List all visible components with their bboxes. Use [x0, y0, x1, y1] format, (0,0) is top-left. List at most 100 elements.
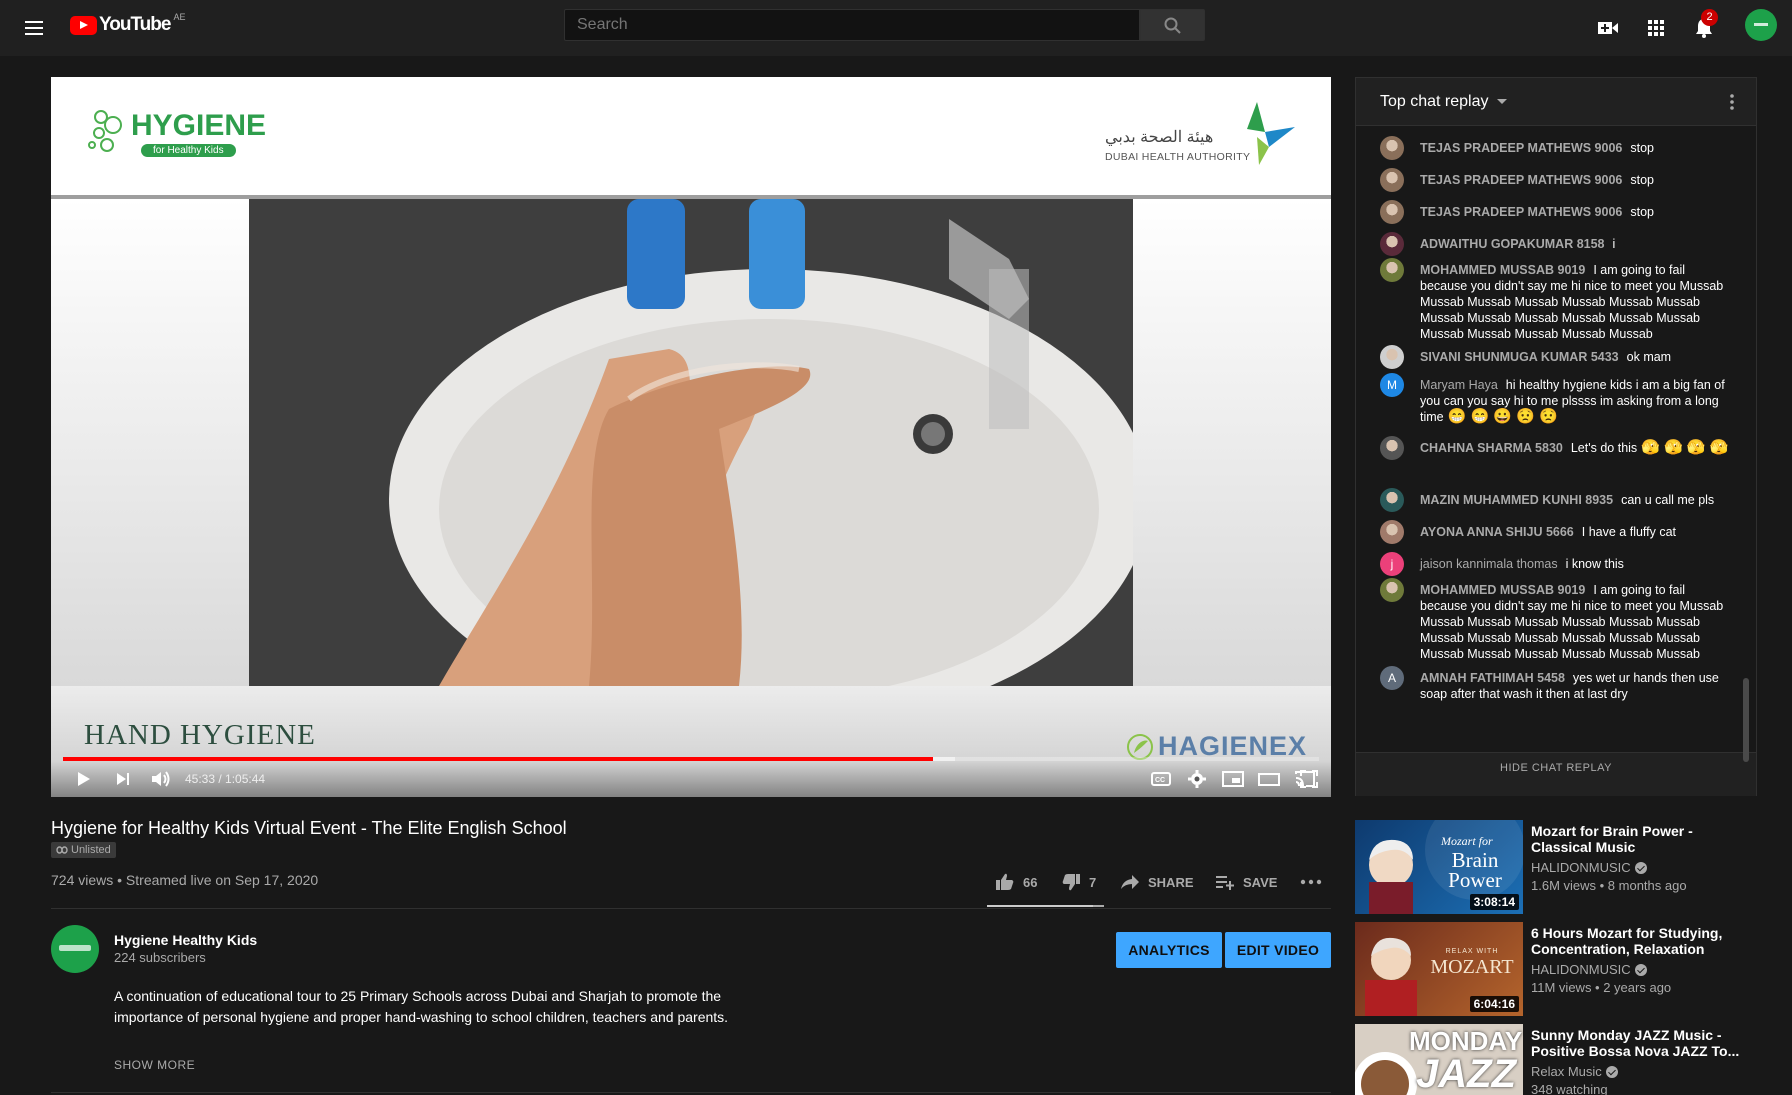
search-icon [1164, 17, 1181, 34]
chat-author-name[interactable]: Maryam Haya [1420, 378, 1498, 392]
video-player[interactable]: HYGIENE for Healthy Kids هيئة الصحة بدبي… [51, 77, 1331, 797]
logo-text: YouTube [99, 14, 171, 35]
chat-author-name[interactable]: TEJAS PRADEEP MATHEWS 9006 [1420, 173, 1622, 187]
more-actions-button[interactable] [1300, 872, 1322, 892]
youtube-play-icon [70, 15, 97, 35]
recommended-video-title: 6 Hours Mozart for Studying, Concentrati… [1531, 925, 1723, 957]
chat-author-name[interactable]: jaison kannimala thomas [1420, 557, 1558, 571]
dislike-button[interactable]: 7 [1061, 872, 1096, 892]
chat-message-content: CHAHNA SHARMA 5830 Let's do this 🫣 🫣 🫣 🫣 [1420, 440, 1732, 456]
analytics-button[interactable]: ANALYTICS [1116, 932, 1222, 968]
chat-author-avatar[interactable] [1380, 200, 1404, 224]
chat-message-content: TEJAS PRADEEP MATHEWS 9006 stop [1420, 140, 1732, 156]
channel-avatar[interactable] [51, 925, 99, 973]
chat-message-content: AYONA ANNA SHIJU 5666 I have a fluffy cat [1420, 524, 1732, 540]
captions-button[interactable]: CC [1145, 761, 1177, 797]
chat-message-content: MAZIN MUHAMMED KUNHI 8935 can u call me p… [1420, 492, 1732, 508]
chat-author-avatar[interactable] [1380, 136, 1404, 160]
chat-author-name[interactable]: MOHAMMED MUSSAB 9019 [1420, 263, 1585, 277]
hygiene-logo-subtext: for Healthy Kids [141, 144, 236, 157]
chat-author-avatar[interactable] [1380, 345, 1404, 369]
chat-message-text: stop [1630, 205, 1655, 219]
chat-title: Top chat replay [1380, 93, 1489, 110]
video-header-band: HYGIENE for Healthy Kids هيئة الصحة بدبي… [51, 77, 1331, 197]
chat-author-avatar[interactable] [1380, 168, 1404, 192]
next-button[interactable] [105, 761, 141, 797]
menu-icon[interactable] [22, 16, 46, 40]
recommended-video-channel: HALIDONMUSIC [1531, 962, 1647, 977]
chat-scrollbar[interactable] [1743, 678, 1749, 762]
create-video-icon[interactable] [1592, 12, 1624, 44]
channel-name: Relax Music [1531, 1064, 1602, 1079]
volume-icon [152, 771, 170, 787]
chat-author-avatar[interactable]: A [1380, 666, 1404, 690]
unlisted-label: Unlisted [71, 844, 111, 856]
video-title: Hygiene for Healthy Kids Virtual Event -… [51, 818, 567, 838]
account-avatar[interactable] [1745, 9, 1777, 41]
recommended-video-title: Sunny Monday JAZZ Music - Positive Bossa… [1531, 1027, 1740, 1059]
miniplayer-button[interactable] [1217, 761, 1249, 797]
save-label: SAVE [1243, 874, 1278, 890]
time-display: 45:33 / 1:05:44 [185, 772, 266, 786]
recommended-video[interactable]: RELAX WITH MOZART 6:04:16 6 Hours Mozart… [1355, 922, 1775, 1018]
chat-messages-list[interactable]: TEJAS PRADEEP MATHEWS 9006 stop TEJAS PRAD… [1356, 128, 1746, 752]
thumbnail-small-text: Mozart for [1441, 834, 1493, 848]
chat-message-content: TEJAS PRADEEP MATHEWS 9006 stop [1420, 204, 1732, 220]
dropdown-arrow-icon [1496, 99, 1507, 104]
hygiene-for-healthy-kids-logo: HYGIENE for Healthy Kids [87, 105, 266, 165]
miniplayer-icon [1222, 771, 1244, 787]
chat-author-name[interactable]: TEJAS PRADEEP MATHEWS 9006 [1420, 205, 1622, 219]
chat-author-name[interactable]: ADWAITHU GOPAKUMAR 8158 [1420, 237, 1605, 251]
show-more-button[interactable]: SHOW MORE [114, 1058, 195, 1072]
top-bar: YouTube AE 2 [0, 0, 1792, 56]
channel-name[interactable]: Hygiene Healthy Kids [114, 932, 257, 948]
play-button[interactable] [65, 761, 101, 797]
search-input[interactable] [564, 9, 1140, 41]
recommended-video[interactable]: Mozart for Brain Power 3:08:14 Mozart fo… [1355, 820, 1775, 916]
chat-author-name[interactable]: TEJAS PRADEEP MATHEWS 9006 [1420, 141, 1622, 155]
chat-author-avatar[interactable] [1380, 488, 1404, 512]
theater-mode-button[interactable] [1253, 761, 1285, 797]
region-code: AE [173, 12, 186, 22]
recommended-video-title: Mozart for Brain Power - Classical Music [1531, 823, 1693, 855]
search-button[interactable] [1140, 9, 1205, 41]
like-button[interactable]: 66 [995, 872, 1037, 892]
fullscreen-button[interactable] [1291, 761, 1327, 797]
chat-author-avatar[interactable] [1380, 258, 1404, 282]
next-icon [117, 773, 129, 785]
chat-author-avatar[interactable]: M [1380, 373, 1404, 397]
chat-author-avatar[interactable] [1380, 232, 1404, 256]
chat-author-avatar[interactable] [1380, 520, 1404, 544]
recommended-video[interactable]: MONDAY JAZZ Sunny Monday JAZZ Music - Po… [1355, 1024, 1775, 1095]
save-button[interactable]: SAVE [1215, 872, 1277, 892]
thumbs-down-icon [1062, 874, 1080, 891]
share-button[interactable]: SHARE [1120, 872, 1194, 892]
chat-more-options-icon[interactable] [1722, 92, 1742, 112]
apps-grid-icon[interactable] [1640, 12, 1672, 44]
chat-author-name[interactable]: AYONA ANNA SHIJU 5666 [1420, 525, 1574, 539]
chat-author-name[interactable]: CHAHNA SHARMA 5830 [1420, 441, 1563, 455]
playlist-add-icon [1216, 876, 1234, 890]
thumbnail-text: MOZART [1430, 956, 1514, 978]
channel-name: HALIDONMUSIC [1531, 860, 1631, 875]
edit-video-button[interactable]: EDIT VIDEO [1225, 932, 1331, 968]
theater-icon [1258, 773, 1280, 786]
chat-author-name[interactable]: SIVANI SHUNMUGA KUMAR 5433 [1420, 350, 1619, 364]
chat-message-text: Let's do this [1570, 441, 1638, 455]
settings-button[interactable] [1181, 761, 1213, 797]
volume-button[interactable] [143, 761, 179, 797]
hide-chat-replay-button[interactable]: HIDE CHAT REPLAY [1356, 753, 1756, 797]
chat-author-name[interactable]: AMNAH FATHIMAH 5458 [1420, 671, 1565, 685]
chat-author-name[interactable]: MOHAMMED MUSSAB 9019 [1420, 583, 1585, 597]
chat-emoji: 🫣 🫣 🫣 🫣 [1641, 439, 1729, 456]
chat-author-name[interactable]: MAZIN MUHAMMED KUNHI 8935 [1420, 493, 1613, 507]
chat-author-avatar[interactable]: j [1380, 552, 1404, 576]
chat-message-content: MOHAMMED MUSSAB 9019 I am going to fail b… [1420, 582, 1732, 662]
chat-mode-dropdown[interactable]: Top chat replay [1380, 93, 1507, 111]
gear-icon [1188, 770, 1206, 788]
chat-author-avatar[interactable] [1380, 578, 1404, 602]
chat-author-avatar[interactable] [1380, 436, 1404, 460]
video-thumbnail: Mozart for Brain Power 3:08:14 [1355, 820, 1523, 914]
youtube-logo[interactable]: YouTube AE [70, 12, 186, 36]
chat-footer: HIDE CHAT REPLAY [1356, 752, 1756, 796]
